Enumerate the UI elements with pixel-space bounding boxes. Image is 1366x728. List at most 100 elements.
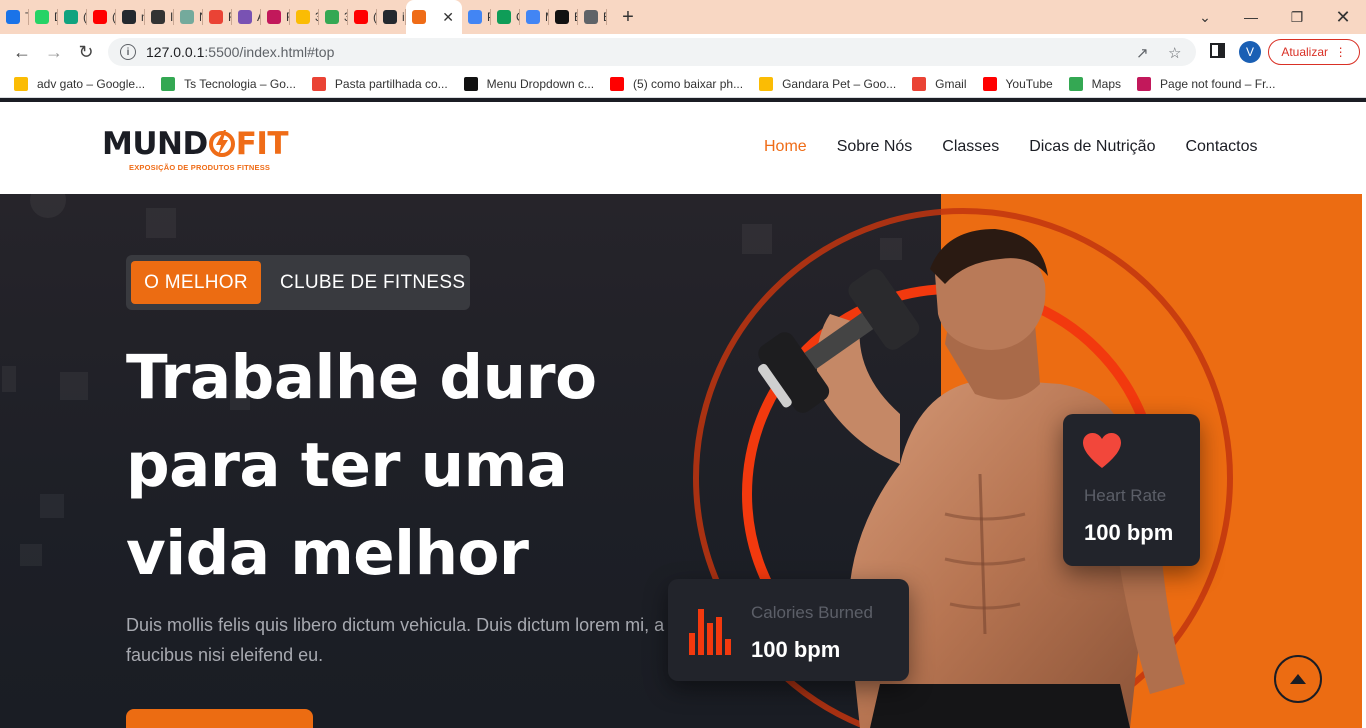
github-icon — [122, 10, 136, 24]
browser-tab[interactable]: All — [232, 0, 261, 34]
back-button[interactable]: ← — [6, 36, 38, 68]
bookmark-item[interactable]: Gandara Pet – Goo... — [759, 76, 897, 91]
bookmark-item[interactable]: YouTube — [982, 76, 1053, 91]
bookmark-label: Menu Dropdown c... — [486, 76, 595, 91]
bookmark-label: (5) como baixar ph... — [633, 76, 744, 91]
heart-rate-value: 100 bpm — [1084, 520, 1174, 545]
bookmarks-bar: adv gato – Google... Ts Tecnologia – Go..… — [0, 70, 1366, 98]
share-icon[interactable]: ↗ — [1136, 44, 1149, 62]
browser-tab[interactable]: Fit — [261, 0, 290, 34]
bookmark-label: Page not found – Fr... — [1160, 76, 1276, 91]
github-icon — [383, 10, 397, 24]
update-button[interactable]: Atualizar ⋮ — [1268, 39, 1360, 65]
hero-badge: O MELHOR CLUBE DE FITNESS — [126, 255, 470, 310]
browser-tab[interactable]: 30 — [290, 0, 319, 34]
browser-tab[interactable]: (25 — [87, 0, 116, 34]
logo-tagline-text: EXPOSIÇÃO DE PRODUTOS — [129, 163, 238, 172]
bookmark-label: Gandara Pet – Goo... — [782, 76, 897, 91]
bookmark-favicon-icon — [1137, 76, 1152, 91]
logo-text-left: MUND — [102, 126, 208, 162]
bookmark-favicon-icon — [463, 76, 478, 91]
url-host: 127.0.0.1 — [146, 44, 205, 60]
calories-card: Calories Burned 100 bpm — [668, 579, 909, 681]
bookmark-favicon-icon — [610, 76, 625, 91]
browser-tab[interactable]: Efe — [549, 0, 578, 34]
nav-link[interactable]: Classes — [942, 138, 999, 156]
globe-icon — [584, 10, 598, 24]
hero-cta-button[interactable] — [126, 709, 313, 728]
app-icon — [151, 10, 165, 24]
browser-tab[interactable]: O s — [491, 0, 520, 34]
site-info-icon[interactable]: i — [120, 44, 136, 60]
browser-tab[interactable]: Mi — [520, 0, 549, 34]
browser-tab[interactable]: Ne — [174, 0, 203, 34]
browser-tab[interactable]: (31 — [348, 0, 377, 34]
chat-icon — [64, 10, 78, 24]
forward-button[interactable]: → — [38, 36, 70, 68]
logo-text-right: FIT — [235, 126, 289, 162]
chatgpt-icon — [180, 10, 194, 24]
nav-link[interactable]: Dicas de Nutrição — [1029, 138, 1155, 156]
nav-link[interactable]: Contactos — [1185, 138, 1257, 156]
bookmark-favicon-icon — [1068, 76, 1083, 91]
restore-button[interactable]: ❐ — [1274, 0, 1320, 34]
bookmark-item[interactable]: Ts Tecnologia – Go... — [161, 76, 296, 91]
logo-tagline-emphasis: FITNESS — [237, 163, 271, 172]
side-panel-icon[interactable] — [1210, 43, 1225, 62]
new-tab-button[interactable]: + — [613, 0, 643, 34]
drive-icon — [325, 10, 339, 24]
back-to-top-button[interactable] — [1274, 655, 1322, 703]
youtube-icon — [93, 10, 107, 24]
bookmark-favicon-icon — [759, 76, 774, 91]
bookmark-item[interactable]: adv gato – Google... — [14, 76, 146, 91]
url-path: :5500/index.html#top — [204, 44, 335, 60]
close-tab-icon[interactable]: ✕ — [442, 9, 454, 26]
browser-tab[interactable]: Tra — [0, 0, 29, 34]
browser-tab[interactable]: ian — [377, 0, 406, 34]
bookmark-star-icon[interactable]: ☆ — [1168, 44, 1181, 62]
browser-tab[interactable]: 30 — [319, 0, 348, 34]
bookmark-item[interactable]: Page not found – Fr... — [1137, 76, 1276, 91]
nav-link[interactable]: Sobre Nós — [837, 138, 913, 156]
close-window-button[interactable]: ✕ — [1320, 0, 1366, 34]
site-icon — [412, 10, 426, 24]
page-scrollbar[interactable] — [1362, 102, 1366, 728]
bookmark-item[interactable]: Menu Dropdown c... — [463, 76, 595, 91]
browser-tab[interactable]: (8) — [58, 0, 87, 34]
browser-tab[interactable]: Fw — [203, 0, 232, 34]
minimize-button[interactable]: — — [1228, 0, 1274, 34]
browser-tab[interactable]: Po — [462, 0, 491, 34]
bg-square — [40, 494, 64, 518]
reload-button[interactable]: ↻ — [70, 36, 102, 68]
bookmark-label: YouTube — [1005, 76, 1053, 91]
profile-avatar[interactable]: V — [1239, 41, 1261, 63]
address-bar[interactable]: i 127.0.0.1:5500/index.html#top ↗ ☆ — [108, 38, 1196, 66]
browser-tab[interactable]: Int — [145, 0, 174, 34]
bookmark-item[interactable]: Pasta partilhada co... — [311, 76, 448, 91]
tab-search-icon[interactable]: ⌄ — [1182, 0, 1228, 34]
browser-tab[interactable]: De — [29, 0, 58, 34]
drive-icon — [296, 10, 310, 24]
hero-title-line: Trabalhe duro — [126, 342, 597, 413]
bg-square — [2, 366, 16, 392]
bookmark-item[interactable]: Maps — [1068, 76, 1121, 91]
nav-link[interactable]: Home — [764, 138, 807, 156]
hero-title: Trabalhe duro para ter uma vida melhor — [126, 334, 686, 598]
browser-tab[interactable]: ✕ — [406, 0, 462, 34]
calories-value: 100 bpm — [751, 637, 841, 662]
bookmark-label: adv gato – Google... — [37, 76, 146, 91]
bar-chart-icon — [689, 609, 731, 655]
logo-tagline: EXPOSIÇÃO DE PRODUTOS FITNESS — [129, 163, 288, 172]
bookmark-label: Pasta partilhada co... — [334, 76, 448, 91]
update-label: Atualizar — [1281, 45, 1328, 59]
browser-tab[interactable]: ma — [116, 0, 145, 34]
site-logo[interactable]: MUND FIT EXPOSIÇÃO DE PRODUTOS FITNESS — [102, 126, 289, 172]
bookmark-item[interactable]: (5) como baixar ph... — [610, 76, 744, 91]
gmail-icon — [209, 10, 223, 24]
bookmark-favicon-icon — [982, 76, 997, 91]
bookmark-item[interactable]: Gmail — [912, 76, 967, 91]
browser-toolbar: ← → ↻ i 127.0.0.1:5500/index.html#top ↗ … — [0, 34, 1366, 70]
app-icon — [468, 10, 482, 24]
browser-tab[interactable]: Eh — [578, 0, 607, 34]
main-nav: Home Sobre Nós Classes Dicas de Nutrição Con… — [764, 138, 1288, 156]
